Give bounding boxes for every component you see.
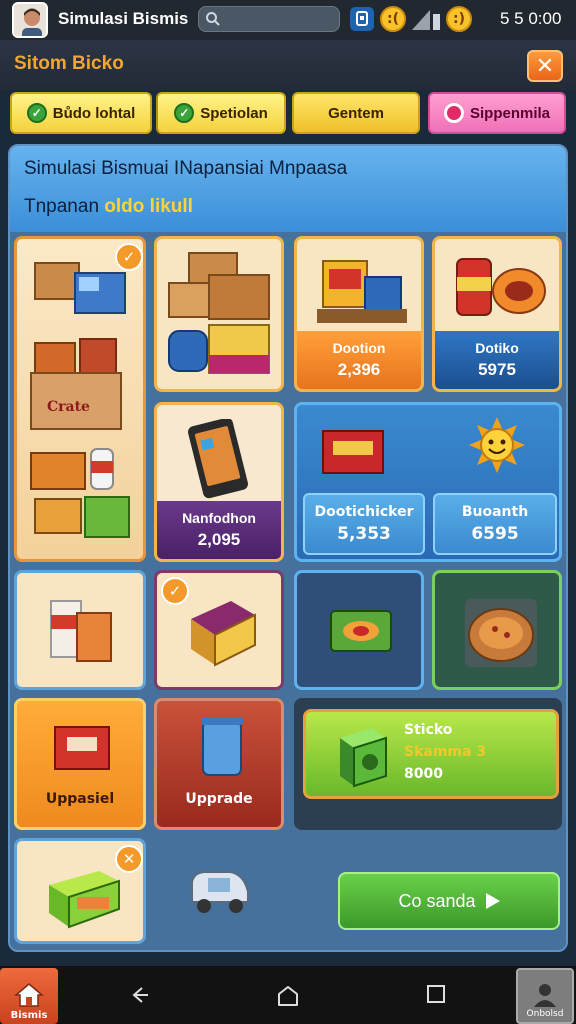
item-name: Dootichicker	[314, 504, 414, 520]
status-bar: Simulasi Bismis :( :) 5 5 0:00	[0, 0, 576, 40]
bottom-navigation: Bismis Onbolsd	[0, 966, 576, 1024]
phone-card[interactable]: Nanfodhon 2,095	[154, 402, 284, 562]
combo-card[interactable]: Dootichicker 5,353 Buoanth 6595	[294, 402, 562, 562]
pie-card[interactable]	[432, 570, 562, 690]
home-button[interactable]: Bismis	[0, 968, 58, 1024]
tab-bar: ✓ Bůdo lohtal ✓ Spetiolan Gentem Sippenm…	[10, 92, 566, 136]
face-sad-icon: :(	[380, 6, 406, 32]
go-label: Co sanda	[398, 890, 476, 911]
upgrade-label: Upprade	[185, 791, 253, 807]
promo-banner[interactable]: Sticko Skamma 3 8000	[303, 709, 559, 799]
package-icon	[50, 600, 112, 662]
panel-header: Simulasi Bismuai INapansiai Mnpaasa Tnpa…	[10, 146, 566, 232]
tab-label: Bůdo lohtal	[52, 104, 136, 122]
app-title: Simulasi Bismis	[58, 9, 189, 28]
purple-box-icon	[191, 601, 256, 667]
item-price: 2,095	[197, 530, 241, 549]
signal-icon	[412, 10, 440, 30]
upgrade-label: Uppasiel	[45, 791, 115, 807]
price-box: Dotiko 5975	[435, 331, 559, 389]
promo-area: Sticko Skamma 3 8000	[294, 698, 562, 830]
subtitle-highlight: oldo likull	[104, 196, 193, 217]
tab-label: Spetiolan	[200, 104, 268, 122]
food-card[interactable]: Dootion 2,396	[294, 236, 424, 392]
combo-a-price: Dootichicker 5,353	[303, 493, 425, 555]
green-box-icon	[49, 871, 120, 929]
goods-card[interactable]: ✕	[14, 838, 146, 944]
promo-value: 8000	[404, 766, 443, 782]
item-price: 2,396	[337, 360, 381, 379]
product-card[interactable]	[14, 570, 146, 690]
item-name: Dotiko	[475, 340, 519, 356]
warehouse-card[interactable]: ✓ Crate	[14, 236, 146, 562]
price-box: Dootion 2,396	[297, 331, 421, 389]
tab-items[interactable]: Gentem	[292, 92, 420, 134]
play-arrow-icon	[485, 893, 500, 909]
page-title: Sitom Bicko	[14, 53, 124, 74]
check-icon: ✓	[26, 103, 47, 123]
avatar[interactable]	[12, 2, 48, 38]
status-time: 5 5 0:00	[500, 9, 562, 28]
home-label: Bismis	[10, 1010, 48, 1021]
search-icon	[206, 12, 220, 26]
price-box: Nanfodhon 2,095	[157, 501, 281, 559]
recent-apps-icon[interactable]	[426, 984, 446, 1004]
sun-mascot-icon	[469, 417, 525, 473]
upgrade-card-b[interactable]: Upprade	[154, 698, 284, 830]
face-happy-icon: :)	[446, 6, 472, 32]
cardboard-boxes-icon	[168, 252, 270, 374]
shop-panel: Simulasi Bismuai INapansiai Mnpaasa Tnpa…	[8, 144, 568, 952]
boxes-stack-icon: Crate	[30, 262, 130, 538]
item-name: Nanfodhon	[182, 510, 256, 526]
combo-b-price: Buoanth 6595	[433, 493, 557, 555]
svg-text:Crate: Crate	[47, 399, 90, 415]
lunchbox-icon	[330, 610, 392, 652]
meal-card[interactable]	[294, 570, 424, 690]
promo-subtitle: Skamma 3	[404, 744, 487, 760]
target-icon	[443, 103, 464, 123]
notification-icon[interactable]	[350, 7, 374, 31]
user-icon	[534, 984, 556, 1007]
safe-box-icon	[340, 728, 387, 788]
tab-label: Gentem	[328, 104, 384, 122]
tab-supplies[interactable]: Sippenmila	[428, 92, 566, 134]
drink-card[interactable]: Dotiko 5975	[432, 236, 562, 392]
item-name: Buoanth	[461, 504, 529, 520]
smartphone-icon	[188, 419, 248, 499]
home-icon	[14, 983, 44, 1007]
subtitle-text: Tnpanan	[24, 196, 100, 217]
box-card[interactable]: ✓	[154, 570, 284, 690]
go-button[interactable]: Co sanda	[338, 872, 560, 930]
close-button[interactable]: ✕	[527, 50, 563, 82]
panel-title: Simulasi Bismuai INapansiai Mnpaasa	[24, 158, 348, 179]
item-price: 5975	[478, 360, 516, 379]
boxes-card[interactable]	[154, 236, 284, 392]
item-price: 6595	[471, 524, 519, 544]
crate-icon	[54, 726, 110, 770]
item-name: Dootion	[332, 340, 386, 356]
delivery-van-icon	[191, 871, 249, 913]
item-price: 5,353	[337, 524, 391, 544]
close-icon: ✕	[535, 53, 555, 79]
snack-box-icon	[317, 260, 407, 323]
tab-special[interactable]: ✓ Spetiolan	[156, 92, 286, 134]
home-circle-icon[interactable]	[276, 984, 300, 1008]
tab-label: Sippenmila	[469, 104, 551, 122]
item-grid: ✓ Crate Dootion 2,396 Dotiko 5975 Nanfod…	[10, 232, 566, 950]
profile-label: Onbolsd	[526, 1009, 564, 1019]
tab-business[interactable]: ✓ Bůdo lohtal	[10, 92, 152, 134]
back-icon[interactable]	[128, 984, 150, 1006]
gift-box-icon	[322, 430, 384, 474]
upgrade-card-a[interactable]: Uppasiel	[14, 698, 146, 830]
pie-icon	[465, 599, 537, 667]
panel-subtitle: Tnpanan oldo likull	[24, 196, 193, 218]
check-icon: ✓	[174, 103, 195, 123]
soda-can-icon	[456, 258, 546, 316]
header: Sitom Bicko	[0, 40, 576, 90]
trash-bin-icon	[201, 717, 243, 776]
profile-button[interactable]: Onbolsd	[516, 968, 574, 1024]
search-input[interactable]	[198, 6, 340, 32]
promo-title: Sticko	[404, 722, 453, 738]
